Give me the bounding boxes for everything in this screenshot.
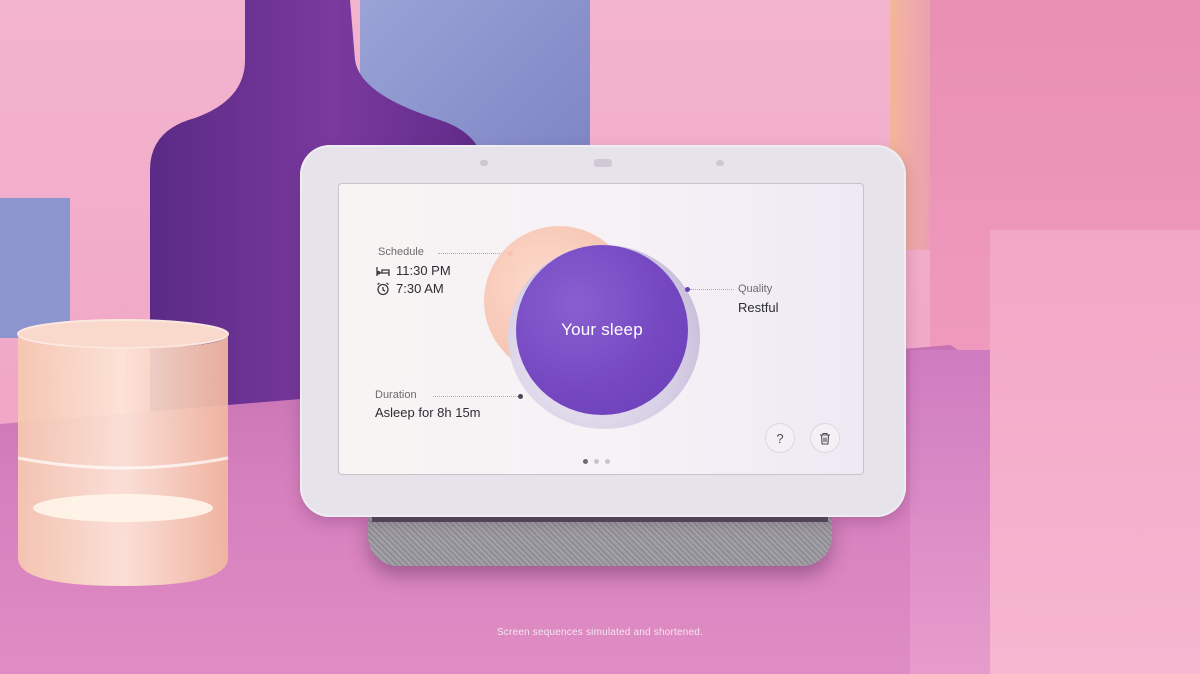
quality-value: Restful	[738, 300, 779, 315]
duration-connector	[433, 396, 518, 397]
bedtime-value: 11:30 PM	[396, 263, 451, 278]
sleep-title: Your sleep	[561, 320, 643, 339]
background-blue-panel-left	[0, 198, 70, 338]
duration-value: Asleep for 8h 15m	[375, 405, 481, 420]
schedule-connector	[438, 253, 508, 254]
background-floor	[990, 230, 1200, 674]
duration-connector-dot	[518, 394, 523, 399]
wake-time-value: 7:30 AM	[396, 281, 444, 296]
alarm-clock-icon	[377, 281, 389, 295]
page-dot[interactable]	[605, 459, 610, 464]
table-side	[910, 350, 990, 674]
light-sensor	[716, 160, 724, 166]
help-button[interactable]: ?	[765, 423, 795, 453]
delete-button[interactable]	[810, 423, 840, 453]
page-dot-active[interactable]	[583, 459, 588, 464]
video-caption: Screen sequences simulated and shortened…	[496, 627, 704, 638]
sleep-summary-circle[interactable]: Your sleep	[516, 245, 688, 415]
bed-icon	[376, 266, 390, 276]
page-dot[interactable]	[594, 459, 599, 464]
sleep-summary-screen: Schedule 11:30 PM 7:30 AM Duration Aslee…	[338, 183, 864, 475]
quality-label: Quality	[738, 283, 773, 295]
trash-icon	[820, 432, 830, 445]
ambient-sensor	[594, 159, 612, 167]
quality-connector	[690, 289, 734, 290]
bedtime-row: 11:30 PM	[376, 263, 451, 278]
light-sensor	[480, 160, 488, 166]
drinking-glass	[17, 319, 229, 586]
page-indicator[interactable]	[583, 459, 610, 464]
wake-time-row: 7:30 AM	[376, 281, 444, 296]
help-icon: ?	[776, 430, 784, 446]
duration-label: Duration	[375, 389, 417, 401]
schedule-label: Schedule	[378, 246, 424, 258]
